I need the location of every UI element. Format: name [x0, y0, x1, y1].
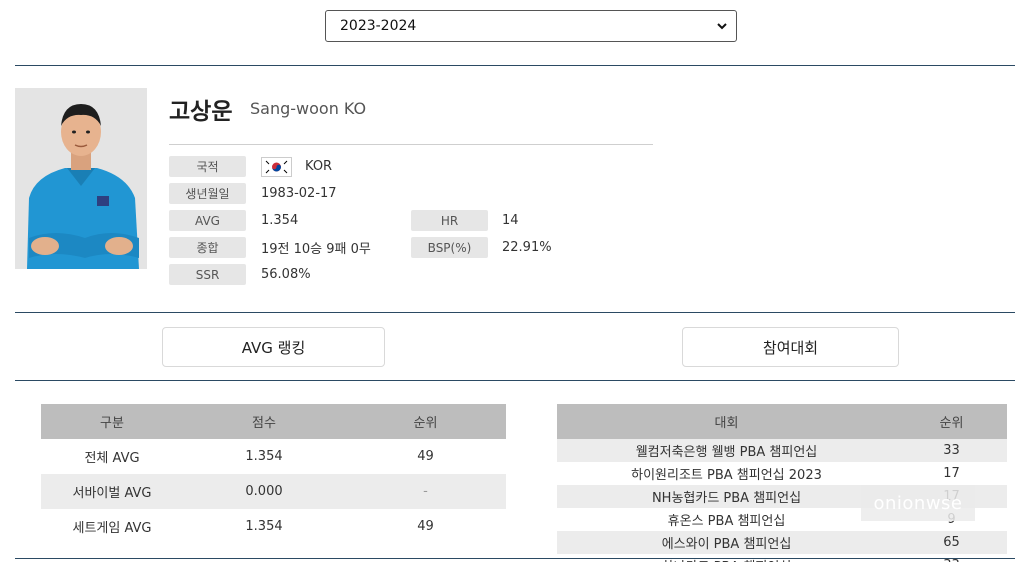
row-category: 세트게임 AVG [72, 521, 152, 536]
row-rank: 33 [896, 439, 1007, 462]
chevron-down-icon [717, 23, 727, 30]
season-select-value: 2023-2024 [340, 18, 417, 34]
row-category: 전체 AVG [84, 451, 140, 466]
table-row: 전체 AVG 1.354 49 [41, 439, 506, 474]
player-profile-page: 2023-2024 고상운 Sang-woon KO 국적 KOR 생년월일 1… [0, 0, 1015, 562]
player-name-korean: 고상운 [169, 99, 233, 125]
row-tournament: NH농협카드 PBA 챔피언십 [557, 485, 896, 508]
table-header-rank: 순위 [896, 404, 1007, 439]
avg-label: AVG [169, 210, 246, 231]
row-tournament: 에스와이 PBA 챔피언십 [557, 531, 896, 554]
nationality-value: KOR [305, 159, 333, 174]
profile-divider [15, 312, 1015, 313]
table-row: 세트게임 AVG 1.354 49 [41, 509, 506, 544]
watermark: onionwse [861, 485, 975, 521]
ssr-label: SSR [169, 264, 246, 285]
ssr-value: 56.08% [261, 267, 311, 282]
row-score: 0.000 [183, 474, 345, 509]
table-row: 하이원리조트 PBA 챔피언십 2023 17 [557, 462, 1007, 485]
birth-value: 1983-02-17 [261, 186, 337, 201]
avg-ranking-table: 구분 점수 순위 전체 AVG 1.354 49 서바이벌 AVG 0.000 … [41, 404, 506, 544]
birth-label: 생년월일 [169, 183, 246, 204]
tournaments-button[interactable]: 참여대회 [682, 327, 899, 367]
table-row: 웰컴저축은행 웰뱅 PBA 챔피언십 33 [557, 439, 1007, 462]
row-tournament: 하이원리조트 PBA 챔피언십 2023 [631, 468, 822, 483]
record-label: 종합 [169, 237, 246, 258]
section-divider [15, 380, 1015, 381]
table-row: 서바이벌 AVG 0.000 - [41, 474, 506, 509]
nationality-label: 국적 [169, 156, 246, 177]
bsp-value: 22.91% [502, 240, 552, 255]
bottom-divider [15, 558, 1015, 559]
record-value: 19전 10승 9패 0무 [261, 242, 371, 257]
table-header-score: 점수 [183, 404, 345, 439]
row-rank: - [345, 474, 506, 509]
bsp-label: BSP(%) [411, 237, 488, 258]
row-rank: 65 [896, 531, 1007, 554]
avg-value: 1.354 [261, 213, 299, 228]
row-rank: 49 [417, 519, 434, 534]
row-tournament: 웰컴저축은행 웰뱅 PBA 챔피언십 [557, 439, 896, 462]
row-tournament: 휴온스 PBA 챔피언십 [667, 514, 786, 529]
row-rank: 17 [943, 466, 960, 481]
top-divider [15, 65, 1015, 66]
row-score: 1.354 [245, 449, 283, 464]
row-rank: 49 [417, 449, 434, 464]
player-photo [15, 88, 147, 269]
table-header-tournament: 대회 [557, 404, 896, 439]
player-name-english: Sang-woon KO [250, 99, 367, 118]
hr-value: 14 [502, 213, 519, 228]
row-score: 1.354 [245, 519, 283, 534]
row-category: 서바이벌 AVG [41, 474, 183, 509]
tournaments-table: 대회 순위 웰컴저축은행 웰뱅 PBA 챔피언십 33 하이원리조트 PBA 챔… [557, 404, 1007, 562]
table-header-row: 구분 점수 순위 [41, 404, 506, 439]
avg-ranking-button[interactable]: AVG 랭킹 [162, 327, 385, 367]
table-header-category: 구분 [41, 404, 183, 439]
table-row: 에스와이 PBA 챔피언십 65 [557, 531, 1007, 554]
table-header-rank: 순위 [345, 404, 506, 439]
season-select[interactable]: 2023-2024 [325, 10, 737, 42]
name-divider [169, 144, 653, 145]
korea-flag-icon [261, 157, 292, 177]
player-avatar-image [15, 88, 147, 269]
table-header-row: 대회 순위 [557, 404, 1007, 439]
hr-label: HR [411, 210, 488, 231]
